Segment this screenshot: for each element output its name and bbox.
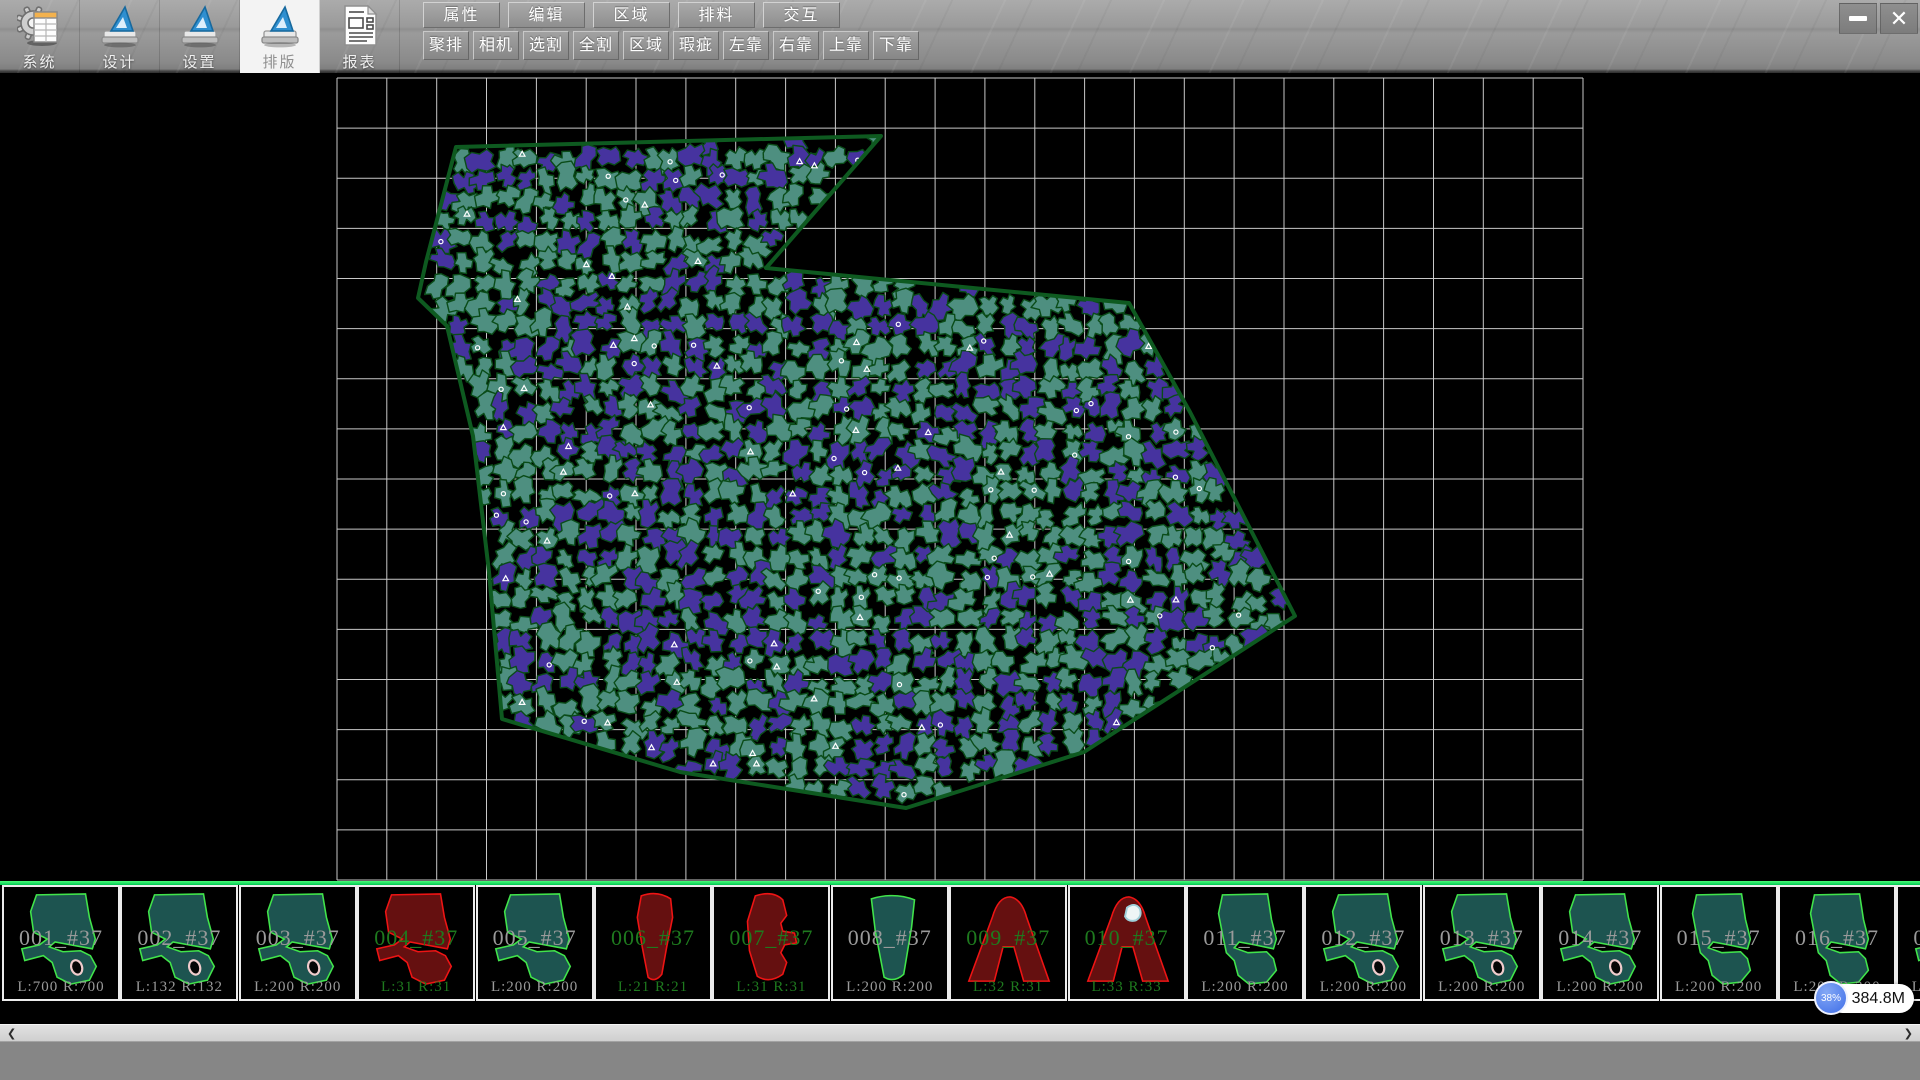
piece-id-label: 007_#37 xyxy=(714,925,828,951)
piece-id-label: 009_#37 xyxy=(951,925,1065,951)
thumbnail-piece-013_#37[interactable]: 013_#37 L:200 R:200 xyxy=(1423,885,1541,1001)
tool-button-4[interactable]: 区域 xyxy=(623,31,669,60)
menu-tab-0[interactable]: 属性 xyxy=(423,2,500,28)
launcher-design-ruler[interactable]: 设计 xyxy=(80,0,160,73)
menu-tab-4[interactable]: 交互 xyxy=(763,2,840,28)
thumbnail-piece-005_#37[interactable]: 005_#37 L:200 R:200 xyxy=(476,885,594,1001)
window-controls: ✕ xyxy=(1839,3,1918,34)
progress-percent-badge: 38% xyxy=(1814,981,1848,1015)
module-launcher-row: 系统 设计 设置 排版 报表 xyxy=(0,0,400,73)
piece-lr-count: L:21 R:21 xyxy=(596,979,710,996)
ribbon-bar: 系统设计设置排版报表 属性编辑区域排料交互 聚排相机选割全割区域瑕疵左靠右靠上靠… xyxy=(0,0,1920,73)
piece-id-label: 017_#37 xyxy=(1898,925,1920,951)
launcher-label: 排版 xyxy=(262,51,296,72)
piece-id-label: 011_#37 xyxy=(1188,925,1302,951)
launcher-report-doc[interactable]: 报表 xyxy=(320,0,400,73)
piece-lr-count: L:200 R:200 xyxy=(478,979,592,996)
thumbnail-piece-012_#37[interactable]: 012_#37 L:200 R:200 xyxy=(1304,885,1422,1001)
nesting-ruler-icon xyxy=(262,7,298,47)
close-icon: ✕ xyxy=(1890,8,1908,30)
thumbnail-piece-010_#37[interactable]: 010_#37 L:33 R:33 xyxy=(1068,885,1186,1001)
piece-id-label: 014_#37 xyxy=(1543,925,1657,951)
launcher-settings-ruler[interactable]: 设置 xyxy=(160,0,240,73)
menu-tab-1[interactable]: 编辑 xyxy=(508,2,585,28)
piece-lr-count: L:132 R:132 xyxy=(122,979,236,996)
launcher-label: 设置 xyxy=(182,51,216,72)
thumbnail-piece-015_#37[interactable]: 015_#37 L:200 R:200 xyxy=(1660,885,1778,1001)
piece-id-label: 003_#37 xyxy=(241,925,355,951)
piece-id-label: 010_#37 xyxy=(1070,925,1184,951)
thumbnail-piece-008_#37[interactable]: 008_#37 L:200 R:200 xyxy=(831,885,949,1001)
menu-tab-3[interactable]: 排料 xyxy=(678,2,755,28)
horizontal-scrollbar[interactable]: ❮ ❯ xyxy=(0,1024,1920,1041)
piece-lr-count: L:31 R:31 xyxy=(359,979,473,996)
thumbnail-piece-001_#37[interactable]: 001_#37 L:700 R:700 xyxy=(2,885,120,1001)
piece-lr-count: L:200 R:200 xyxy=(1662,979,1776,996)
launcher-nesting-ruler[interactable]: 排版 xyxy=(240,0,320,73)
strip-lower-gap xyxy=(0,1001,1920,1024)
thumbnail-piece-002_#37[interactable]: 002_#37 L:132 R:132 xyxy=(120,885,238,1001)
piece-id-label: 012_#37 xyxy=(1306,925,1420,951)
tool-button-9[interactable]: 下靠 xyxy=(873,31,919,60)
menu-tab-2[interactable]: 区域 xyxy=(593,2,670,28)
tool-button-row: 聚排相机选割全割区域瑕疵左靠右靠上靠下靠 xyxy=(423,31,919,60)
piece-id-label: 008_#37 xyxy=(833,925,947,951)
thumbnail-piece-009_#37[interactable]: 009_#37 L:32 R:31 xyxy=(949,885,1067,1001)
piece-id-label: 001_#37 xyxy=(4,925,118,951)
piece-lr-count: L:31 R:31 xyxy=(714,979,828,996)
minimize-icon xyxy=(1849,16,1867,21)
tool-button-1[interactable]: 相机 xyxy=(473,31,519,60)
launcher-label: 报表 xyxy=(342,51,376,72)
thumbnail-piece-004_#37[interactable]: 004_#37 L:31 R:31 xyxy=(357,885,475,1001)
piece-lr-count: L:200 R:200 xyxy=(241,979,355,996)
tool-button-5[interactable]: 瑕疵 xyxy=(673,31,719,60)
bottom-status-bar xyxy=(0,1041,1920,1080)
piece-id-label: 013_#37 xyxy=(1425,925,1539,951)
tool-button-8[interactable]: 上靠 xyxy=(823,31,869,60)
piece-lr-count: L:200 R:200 xyxy=(1543,979,1657,996)
thumbnail-piece-011_#37[interactable]: 011_#37 L:200 R:200 xyxy=(1186,885,1304,1001)
piece-id-label: 002_#37 xyxy=(122,925,236,951)
launcher-label: 设计 xyxy=(102,51,136,72)
scroll-right-arrow-icon[interactable]: ❯ xyxy=(1904,1025,1913,1041)
piece-id-label: 015_#37 xyxy=(1662,925,1776,951)
settings-ruler-icon xyxy=(182,7,218,47)
system-gear-icon xyxy=(17,6,57,46)
thumbnail-piece-014_#37[interactable]: 014_#37 L:200 R:200 xyxy=(1541,885,1659,1001)
piece-lr-count: L:33 R:33 xyxy=(1070,979,1184,996)
launcher-system-gear[interactable]: 系统 xyxy=(0,0,80,73)
menu-tab-row: 属性编辑区域排料交互 xyxy=(423,2,840,28)
piece-lr-count: L:200 R:200 xyxy=(833,979,947,996)
nesting-canvas[interactable] xyxy=(0,73,1920,881)
piece-id-label: 016_#37 xyxy=(1780,925,1894,951)
launcher-label: 系统 xyxy=(22,51,56,72)
tool-button-6[interactable]: 左靠 xyxy=(723,31,769,60)
design-ruler-icon xyxy=(102,7,138,47)
piece-lr-count: L:32 R:31 xyxy=(951,979,1065,996)
minimize-button[interactable] xyxy=(1839,3,1877,34)
tool-button-7[interactable]: 右靠 xyxy=(773,31,819,60)
tool-button-0[interactable]: 聚排 xyxy=(423,31,469,60)
thumbnail-piece-003_#37[interactable]: 003_#37 L:200 R:200 xyxy=(239,885,357,1001)
piece-lr-count: L:200 R:200 xyxy=(1188,979,1302,996)
close-button[interactable]: ✕ xyxy=(1880,3,1918,34)
tool-button-3[interactable]: 全割 xyxy=(573,31,619,60)
piece-id-label: 004_#37 xyxy=(359,925,473,951)
report-doc-icon xyxy=(345,6,376,45)
scroll-left-arrow-icon[interactable]: ❮ xyxy=(7,1025,16,1041)
piece-lr-count: L:200 R:200 xyxy=(1425,979,1539,996)
overlay-progress-badge[interactable]: 384.8M 38% xyxy=(1814,981,1914,1015)
piece-lr-count: L:700 R:700 xyxy=(4,979,118,996)
thumbnail-piece-007_#37[interactable]: 007_#37 L:31 R:31 xyxy=(712,885,830,1001)
piece-id-label: 005_#37 xyxy=(478,925,592,951)
thumbnail-piece-006_#37[interactable]: 006_#37 L:21 R:21 xyxy=(594,885,712,1001)
piece-id-label: 006_#37 xyxy=(596,925,710,951)
piece-thumbnail-strip: 001_#37L:700 R:700002_#37L:132 R:132003_… xyxy=(0,885,1920,1001)
piece-lr-count: L:200 R:200 xyxy=(1306,979,1420,996)
tool-button-2[interactable]: 选割 xyxy=(523,31,569,60)
